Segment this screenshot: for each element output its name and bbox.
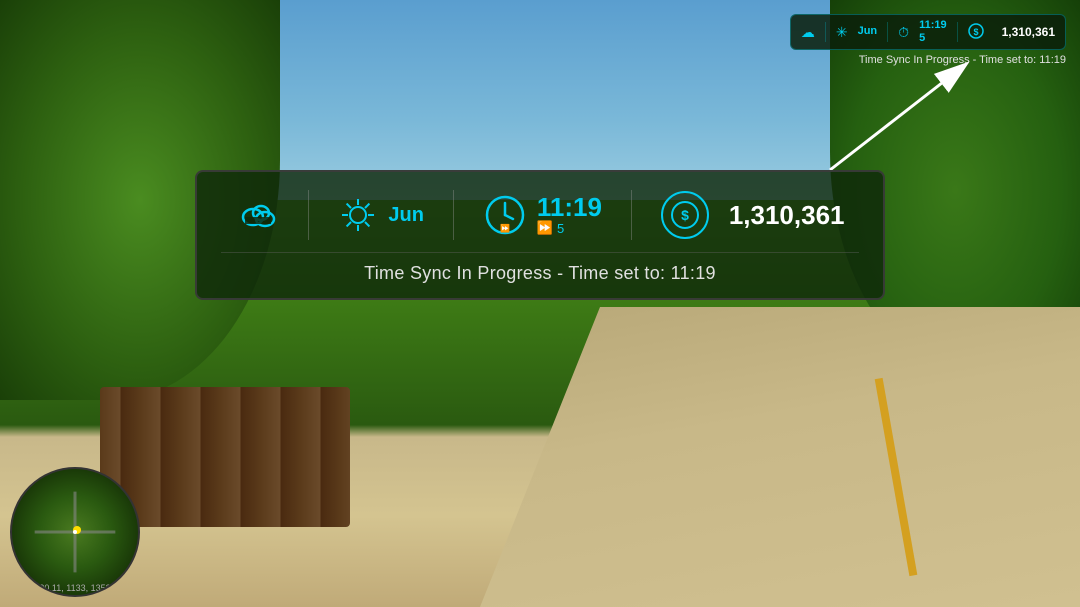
svg-text:$: $ — [681, 207, 689, 223]
season-item: Jun — [338, 195, 424, 235]
clock-icon-main: ⏩ — [483, 193, 527, 237]
divider-2 — [887, 22, 888, 42]
minimap-coords: 30.11, 1133, 1353 — [39, 583, 110, 593]
divider-v-1 — [308, 190, 309, 240]
minimap-svg — [25, 482, 126, 583]
season-icon-main — [338, 195, 378, 235]
wooden-deck — [100, 387, 350, 527]
notification-main: Time Sync In Progress - Time set to: 11:… — [221, 253, 859, 284]
speed-value: 5 — [557, 221, 564, 236]
divider-3 — [957, 22, 958, 42]
hud-bar-small: ☁ ✳ Jun ⏱ 11:19 5 $ 1,310,361 — [790, 14, 1066, 50]
weather-icon-small: ☁ — [801, 24, 815, 41]
speed-icon: ⏩ — [537, 220, 553, 236]
money-icon-small: $ — [968, 23, 984, 42]
divider-v-3 — [631, 190, 632, 240]
speed-small: 5 — [919, 32, 947, 45]
divider-v-2 — [453, 190, 454, 240]
background-scene — [0, 0, 1080, 607]
clock-icon-small: ⏱ — [898, 24, 909, 41]
season-label-small: Jun — [858, 25, 878, 38]
svg-text:⏩: ⏩ — [500, 223, 510, 233]
minimap: 30.11, 1133, 1353 — [10, 467, 140, 597]
season-icon-small: ✳ — [836, 24, 848, 41]
weather-item — [235, 193, 279, 237]
money-icon-main: $ — [661, 191, 709, 239]
time-block: 11:19 ⏩ 5 — [537, 194, 602, 236]
time-small: 11:19 — [919, 19, 947, 32]
season-label-main: Jun — [388, 204, 424, 227]
time-main: 11:19 — [537, 194, 602, 220]
weather-icon-main — [235, 193, 279, 237]
time-item: ⏩ 11:19 ⏩ 5 — [483, 193, 602, 237]
money-value-small: 1,310,361 — [1002, 25, 1055, 39]
road — [480, 307, 1080, 607]
hud-icons-row: Jun ⏩ 11:19 ⏩ 5 — [221, 190, 859, 253]
money-value-main: 1,310,361 — [729, 200, 845, 231]
notification-small: Time Sync In Progress - Time set to: 11:… — [859, 54, 1066, 66]
time-speed-row: ⏩ 5 — [537, 220, 564, 236]
svg-text:$: $ — [973, 27, 978, 37]
divider-1 — [825, 22, 826, 42]
money-item: $ 1,310,361 — [661, 191, 845, 239]
hud-main-panel: Jun ⏩ 11:19 ⏩ 5 — [195, 170, 885, 300]
road-line — [875, 378, 918, 576]
